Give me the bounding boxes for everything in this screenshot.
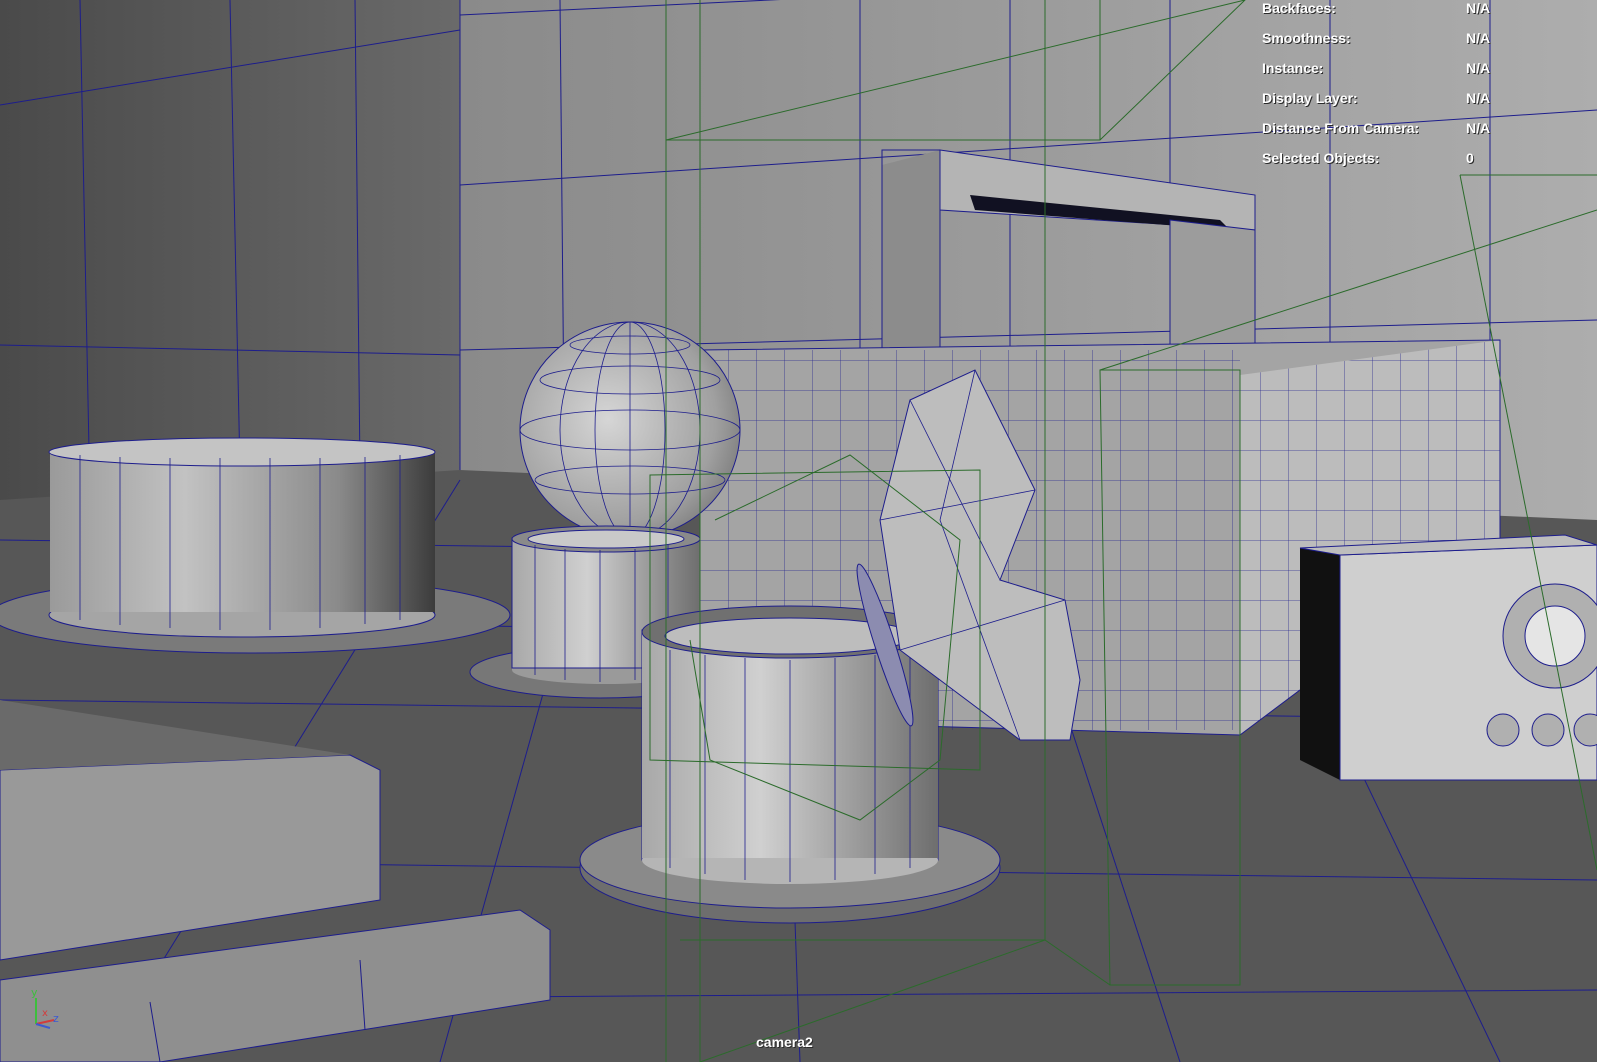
camera-name-label: camera2 bbox=[756, 1034, 813, 1050]
cylinder-left-large bbox=[0, 437, 511, 654]
scene-render[interactable] bbox=[0, 0, 1597, 1062]
axis-z-label: z bbox=[53, 1012, 59, 1025]
axis-x-label: x bbox=[42, 1008, 48, 1019]
sphere-back bbox=[519, 321, 741, 539]
axis-gizmo-icon: y x z bbox=[31, 986, 59, 1029]
3d-viewport[interactable] bbox=[0, 0, 1597, 1062]
speaker-box-right bbox=[1299, 534, 1597, 781]
axis-y-label: y bbox=[31, 986, 38, 999]
